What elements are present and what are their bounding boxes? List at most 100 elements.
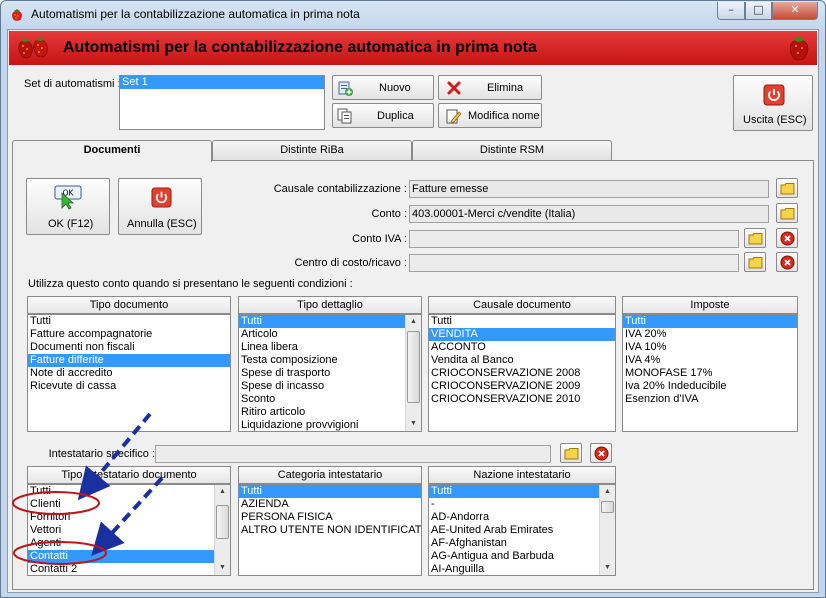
tipo-intestatario-list[interactable]: Tutti Clienti Fornitori Vettori Agenti Contat…	[27, 484, 231, 576]
ok-button[interactable]: OK OK (F12)	[26, 178, 110, 235]
list-item[interactable]: Spese di trasporto	[239, 367, 421, 380]
list-item[interactable]: Documenti non fiscali	[28, 341, 230, 354]
causale-documento-list[interactable]: Tutti VENDITA ACCONTO Vendita al Banco CRIOC…	[428, 314, 616, 432]
tipo-intestatario-header: Tipo intestatario documento	[27, 466, 231, 484]
scroll-down-arrow[interactable]: ▼	[406, 417, 421, 431]
list-item[interactable]: Esenzion d'IVA	[623, 393, 797, 406]
conto-iva-field[interactable]	[409, 230, 739, 248]
list-item[interactable]: Fatture accompagnatorie	[28, 328, 230, 341]
centro-field[interactable]	[409, 254, 739, 272]
list-item[interactable]: Tutti	[623, 315, 797, 328]
scroll-thumb[interactable]	[407, 331, 420, 403]
list-item[interactable]: Tutti	[429, 315, 615, 328]
list-item[interactable]: CRIOCONSERVAZIONE 2009	[429, 380, 615, 393]
list-item[interactable]: Contatti	[28, 550, 230, 563]
clear-x-icon	[594, 446, 609, 461]
list-item[interactable]: Tutti	[429, 485, 615, 498]
list-item[interactable]: Vettori	[28, 524, 230, 537]
list-item[interactable]: Testa composizione	[239, 354, 421, 367]
list-item[interactable]: Sconto	[239, 393, 421, 406]
nazione-intestatario-header: Nazione intestatario	[428, 466, 616, 484]
list-item[interactable]: AF-Afghanistan	[429, 537, 615, 550]
conto-iva-browse-button[interactable]	[744, 228, 766, 248]
list-item[interactable]: -	[429, 498, 615, 511]
scroll-down-arrow[interactable]: ▼	[215, 561, 230, 575]
list-item[interactable]: Clienti	[28, 498, 230, 511]
list-item[interactable]: Note di accredito	[28, 367, 230, 380]
list-item[interactable]: Agenti	[28, 537, 230, 550]
scroll-down-arrow[interactable]: ▼	[600, 561, 615, 575]
list-item[interactable]: AI-Anguilla	[429, 563, 615, 575]
conto-browse-button[interactable]	[776, 203, 798, 223]
imposte-list[interactable]: Tutti IVA 20% IVA 10% IVA 4% MONOFASE 17% Iva…	[622, 314, 798, 432]
centro-clear-button[interactable]	[776, 252, 798, 272]
list-item[interactable]: Linea libera	[239, 341, 421, 354]
list-item[interactable]: MONOFASE 17%	[623, 367, 797, 380]
duplica-button[interactable]: Duplica	[332, 103, 434, 128]
set-listbox[interactable]: Set 1	[119, 75, 325, 130]
causale-field[interactable]: Fatture emesse	[409, 180, 769, 198]
annulla-label: Annulla (ESC)	[127, 218, 197, 230]
categoria-intestatario-list[interactable]: Tutti AZIENDA PERSONA FISICA ALTRO UTENTE N…	[238, 484, 422, 576]
vertical-scrollbar[interactable]: ▲ ▼	[599, 485, 615, 575]
scroll-up-arrow[interactable]: ▲	[600, 485, 615, 499]
list-item[interactable]: AG-Antigua and Barbuda	[429, 550, 615, 563]
minimize-button[interactable]: –	[717, 2, 745, 20]
vertical-scrollbar[interactable]: ▲ ▼	[214, 485, 230, 575]
list-item[interactable]: Tutti	[28, 315, 230, 328]
scroll-up-arrow[interactable]: ▲	[406, 315, 421, 329]
tipo-dettaglio-header: Tipo dettaglio	[238, 296, 422, 314]
list-item[interactable]: IVA 4%	[623, 354, 797, 367]
list-item[interactable]: VENDITA	[429, 328, 615, 341]
conto-iva-clear-button[interactable]	[776, 228, 798, 248]
list-item[interactable]: Ritiro articolo	[239, 406, 421, 419]
list-item[interactable]: PERSONA FISICA	[239, 511, 421, 524]
list-item[interactable]: ALTRO UTENTE NON IDENTIFICAT	[239, 524, 421, 537]
list-item[interactable]: Tutti	[239, 485, 421, 498]
tipo-dettaglio-list[interactable]: Tutti Articolo Linea libera Testa composizi…	[238, 314, 422, 432]
list-item[interactable]: Articolo	[239, 328, 421, 341]
conto-field[interactable]: 403.00001-Merci c/vendite (Italia)	[409, 205, 769, 223]
list-item[interactable]: Spese di incasso	[239, 380, 421, 393]
list-item[interactable]: AD-Andorra	[429, 511, 615, 524]
maximize-button[interactable]: □	[745, 2, 772, 20]
list-item[interactable]: Fatture differite	[28, 354, 230, 367]
tab-documenti[interactable]: Documenti	[12, 140, 212, 162]
list-item[interactable]: Tutti	[239, 315, 421, 328]
list-item[interactable]: Tutti	[28, 485, 230, 498]
uscita-button[interactable]: Uscita (ESC)	[733, 75, 813, 131]
list-item[interactable]: ACCONTO	[429, 341, 615, 354]
list-item[interactable]: Contatti 2	[28, 563, 230, 575]
list-item[interactable]: AE-United Arab Emirates	[429, 524, 615, 537]
scroll-thumb[interactable]	[216, 505, 229, 539]
nuovo-button[interactable]: Nuovo	[332, 75, 434, 100]
list-item[interactable]: IVA 20%	[623, 328, 797, 341]
scroll-up-arrow[interactable]: ▲	[215, 485, 230, 499]
list-item[interactable]: Vendita al Banco	[429, 354, 615, 367]
list-item[interactable]: Liquidazione provvigioni	[239, 419, 421, 431]
list-item[interactable]: CRIOCONSERVAZIONE 2010	[429, 393, 615, 406]
nazione-intestatario-list[interactable]: Tutti - AD-Andorra AE-United Arab Emirates A…	[428, 484, 616, 576]
list-item[interactable]: CRIOCONSERVAZIONE 2008	[429, 367, 615, 380]
tipo-documento-list[interactable]: Tutti Fatture accompagnatorie Documenti no…	[27, 314, 231, 432]
intestatario-browse-button[interactable]	[560, 443, 582, 463]
tab-distinte-rsm[interactable]: Distinte RSM	[412, 140, 612, 160]
elimina-button[interactable]: Elimina	[438, 75, 542, 100]
modifica-nome-button[interactable]: Modifica nome	[438, 103, 542, 128]
intestatario-clear-button[interactable]	[590, 443, 612, 463]
list-item[interactable]: Set 1	[120, 76, 324, 89]
list-item[interactable]: Iva 20% Indeducibile	[623, 380, 797, 393]
centro-browse-button[interactable]	[744, 252, 766, 272]
tab-distinte-riba[interactable]: Distinte RiBa	[212, 140, 412, 160]
list-item[interactable]: AZIENDA	[239, 498, 421, 511]
uscita-label: Uscita (ESC)	[743, 114, 807, 126]
list-item[interactable]: Fornitori	[28, 511, 230, 524]
annulla-button[interactable]: Annulla (ESC)	[118, 178, 202, 235]
list-item[interactable]: IVA 10%	[623, 341, 797, 354]
scroll-thumb[interactable]	[601, 501, 614, 513]
list-item[interactable]: Ricevute di cassa	[28, 380, 230, 393]
intestatario-field[interactable]	[155, 445, 551, 463]
causale-browse-button[interactable]	[776, 178, 798, 198]
close-button[interactable]: ✕	[772, 2, 818, 20]
vertical-scrollbar[interactable]: ▲ ▼	[405, 315, 421, 431]
